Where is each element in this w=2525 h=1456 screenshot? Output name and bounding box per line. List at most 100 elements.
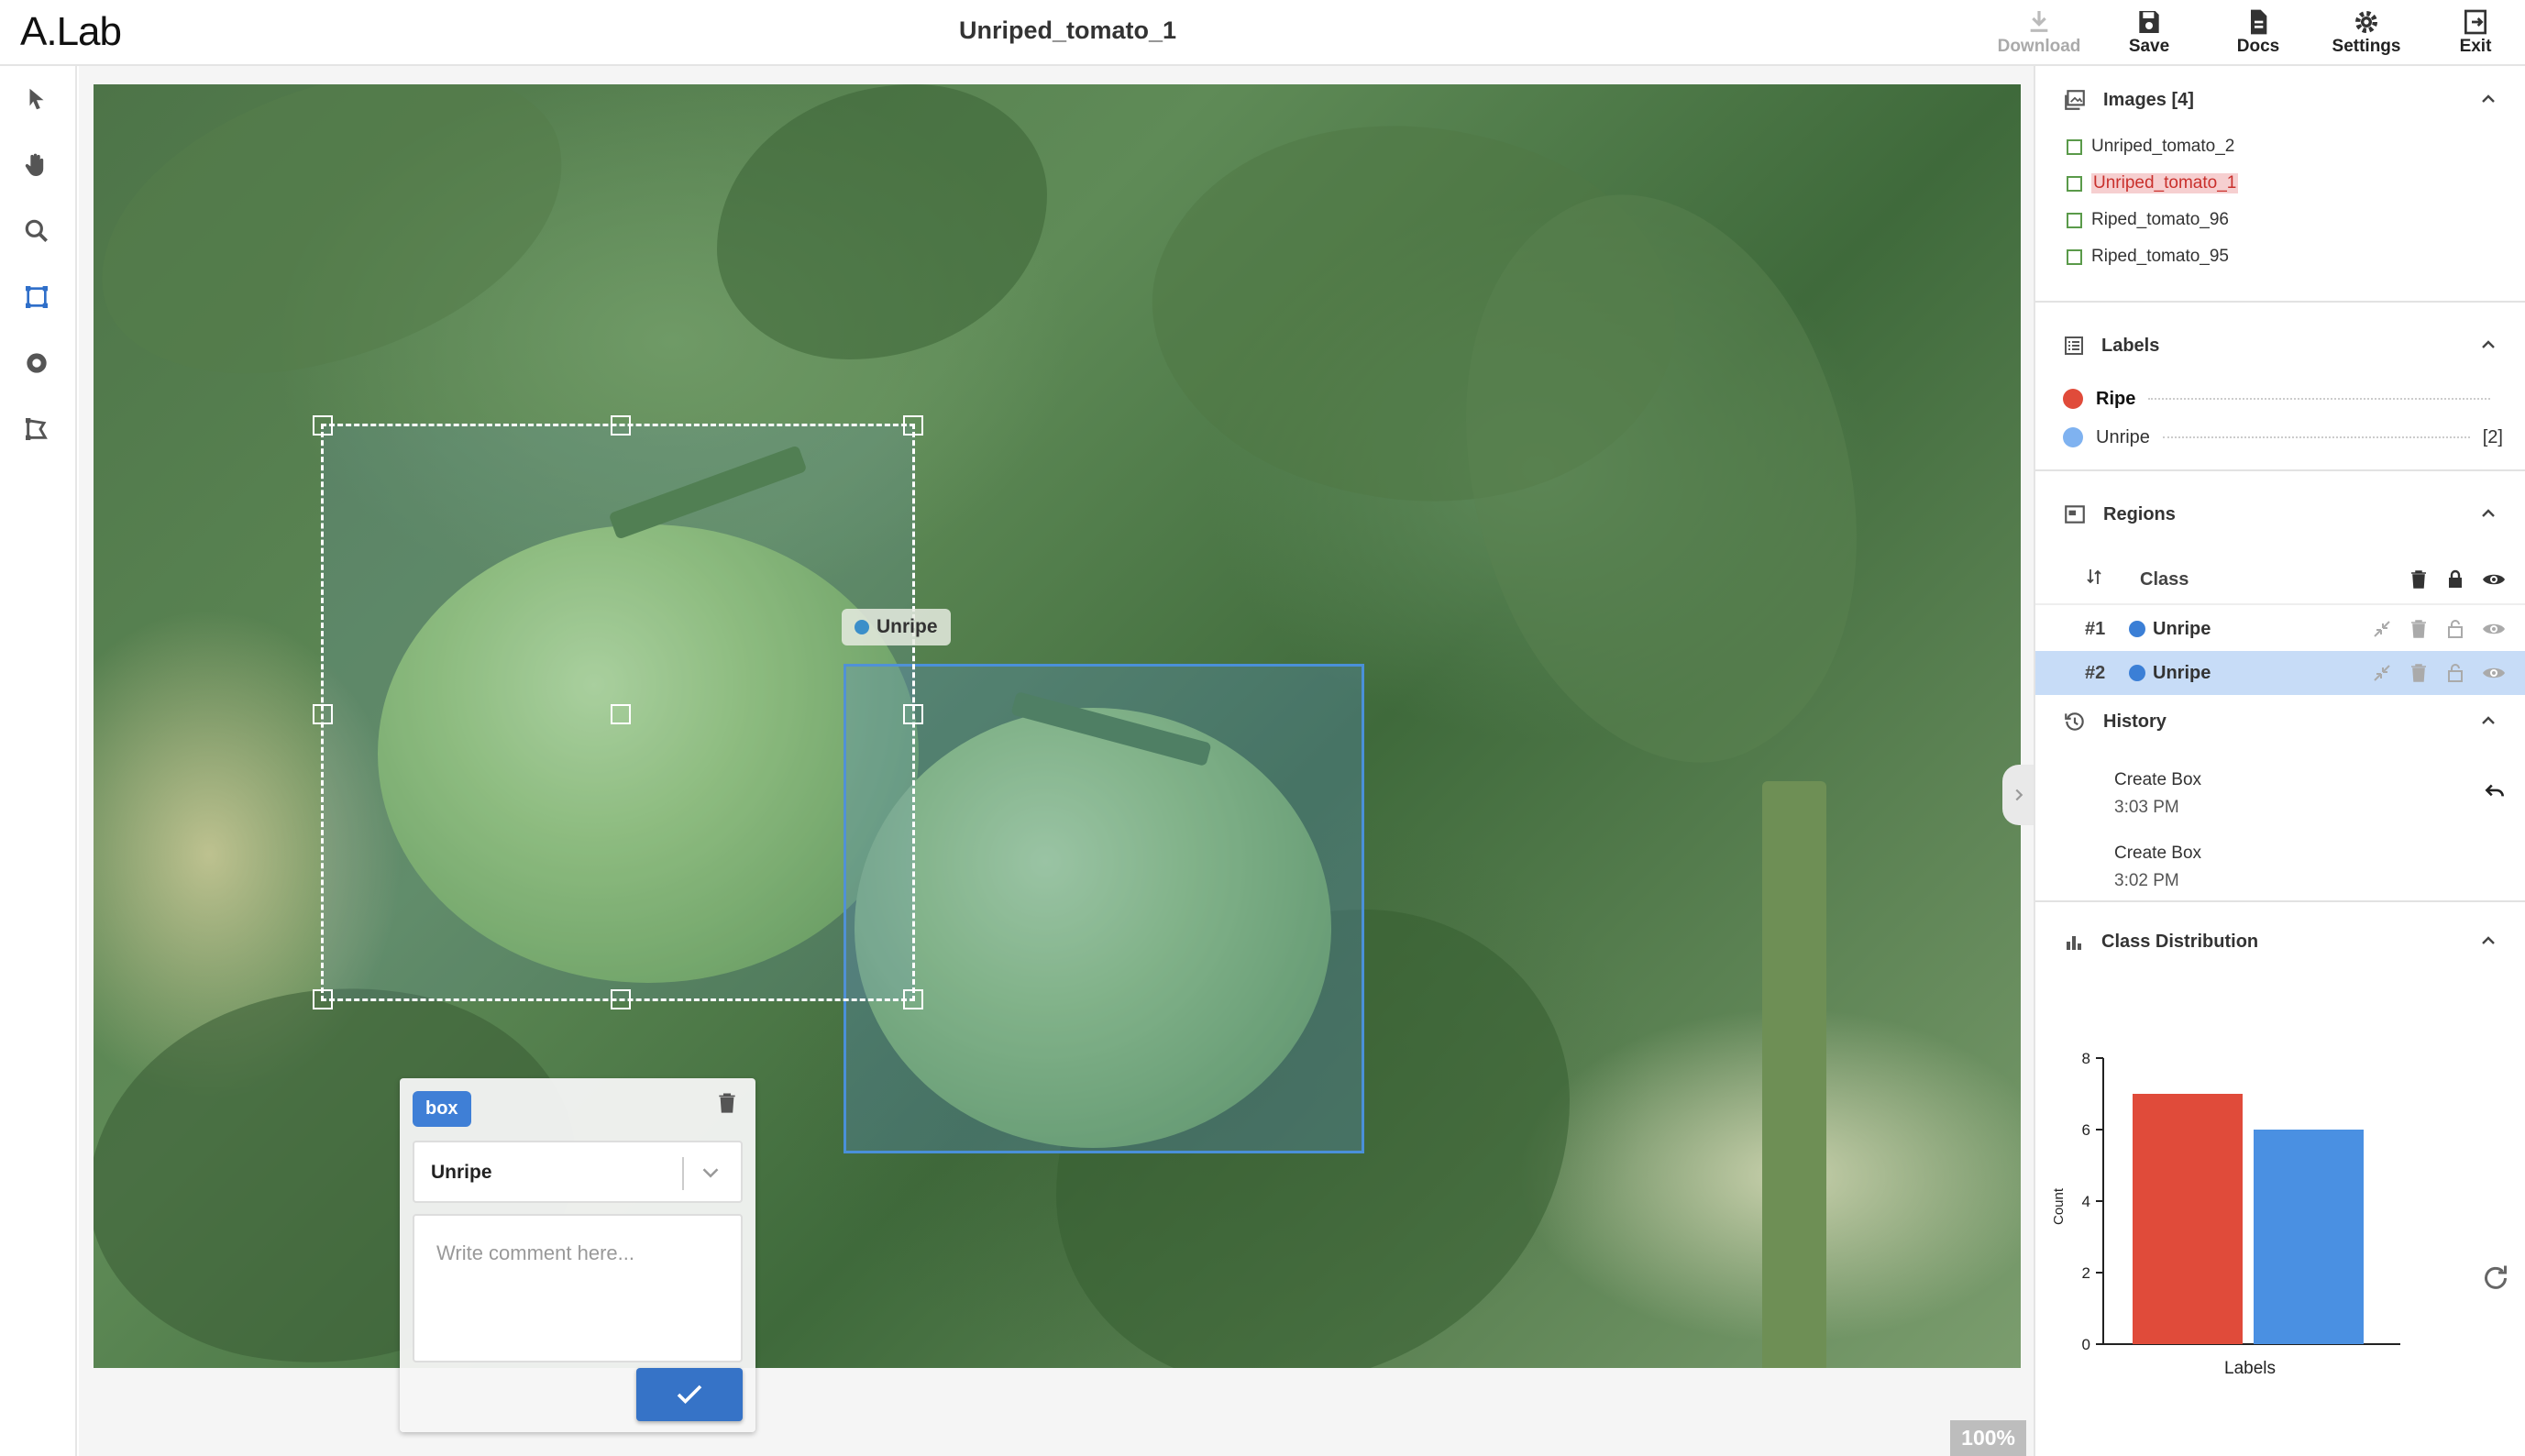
minimize-icon[interactable] bbox=[2371, 618, 2393, 640]
app-header: A.Lab Unriped_tomato_1 Download Save Doc… bbox=[0, 0, 2525, 66]
x-axis-label: Labels bbox=[2224, 1359, 2276, 1378]
region-box-1-selected[interactable] bbox=[313, 415, 923, 1009]
download-icon bbox=[1984, 7, 2094, 37]
trash-icon bbox=[719, 1093, 735, 1113]
exit-icon bbox=[2420, 7, 2525, 37]
docs-label: Docs bbox=[2236, 37, 2280, 56]
pan-tool[interactable] bbox=[17, 145, 57, 185]
bounding-box-tool[interactable] bbox=[17, 277, 57, 317]
exit-label: Exit bbox=[2459, 37, 2492, 56]
class-distribution-title: Class Distribution bbox=[2101, 931, 2259, 952]
resize-handle-nw[interactable] bbox=[313, 415, 333, 436]
images-section-header[interactable]: Images [4] bbox=[2063, 68, 2194, 132]
chevron-up-icon[interactable] bbox=[2477, 710, 2499, 736]
class-distribution-section: Class Distribution 0 2 4 6 8 Labels Count bbox=[2035, 902, 2525, 1456]
tool-sidebar bbox=[0, 66, 77, 1456]
y-tick-label: 0 bbox=[2082, 1336, 2090, 1353]
tomato-image: Unripe bbox=[94, 84, 2021, 1368]
resize-handle-e[interactable] bbox=[903, 704, 923, 724]
select-tool[interactable] bbox=[17, 79, 57, 119]
class-select[interactable]: Unripe bbox=[413, 1141, 743, 1203]
resize-handle-n[interactable] bbox=[611, 415, 631, 436]
image-checkbox[interactable] bbox=[2067, 138, 2082, 155]
sort-icon[interactable] bbox=[2083, 566, 2105, 593]
region-box-2[interactable] bbox=[844, 664, 1364, 1153]
confirm-button[interactable] bbox=[636, 1368, 743, 1421]
y-axis-label: Count bbox=[2051, 1187, 2067, 1225]
resize-handle-w[interactable] bbox=[313, 704, 333, 724]
resize-handle-se[interactable] bbox=[903, 989, 923, 1009]
regions-section-header[interactable]: Regions bbox=[2063, 482, 2176, 546]
image-item-riped-tomato-95[interactable]: Riped_tomato_95 bbox=[2067, 247, 2229, 267]
lock-icon[interactable] bbox=[2444, 568, 2466, 590]
image-checkbox[interactable] bbox=[2067, 175, 2082, 192]
trash-icon[interactable] bbox=[2408, 618, 2430, 640]
eye-icon[interactable] bbox=[2481, 662, 2507, 684]
collapse-panel-tab[interactable] bbox=[2002, 765, 2035, 825]
region-tag-label: Unripe bbox=[877, 616, 938, 637]
minimize-icon[interactable] bbox=[2371, 662, 2393, 684]
labels-section: Labels Ripe Unripe [2] bbox=[2035, 303, 2525, 471]
unlock-icon[interactable] bbox=[2444, 618, 2466, 640]
leaf-shape bbox=[717, 84, 1047, 359]
y-tick-label: 6 bbox=[2082, 1121, 2090, 1139]
chevron-up-icon[interactable] bbox=[2477, 88, 2499, 115]
trash-icon[interactable] bbox=[2408, 662, 2430, 684]
circle-tool[interactable] bbox=[17, 343, 57, 383]
history-item[interactable]: Create Box 3:03 PM bbox=[2114, 770, 2201, 818]
image-item-unriped-tomato-2[interactable]: Unriped_tomato_2 bbox=[2067, 137, 2234, 157]
gear-icon bbox=[2311, 7, 2421, 37]
chevron-up-icon[interactable] bbox=[2477, 502, 2499, 529]
exit-button[interactable]: Exit bbox=[2420, 7, 2525, 62]
move-handle-center[interactable] bbox=[611, 704, 631, 724]
history-section-header[interactable]: History bbox=[2063, 689, 2167, 754]
trash-icon[interactable] bbox=[2408, 568, 2430, 590]
docs-button[interactable]: Docs bbox=[2203, 7, 2313, 62]
history-icon bbox=[2065, 712, 2084, 731]
image-checkbox[interactable] bbox=[2067, 248, 2082, 265]
chevron-down-icon[interactable] bbox=[697, 1159, 724, 1191]
history-section: History Create Box 3:03 PM Create Box 3:… bbox=[2035, 682, 2525, 902]
image-item-riped-tomato-96[interactable]: Riped_tomato_96 bbox=[2067, 210, 2229, 230]
refresh-button[interactable] bbox=[2479, 1262, 2512, 1299]
label-item-unripe[interactable]: Unripe [2] bbox=[2063, 422, 2503, 453]
right-sidebar: Images [4] Unriped_tomato_2 Unriped_toma… bbox=[2034, 66, 2525, 1456]
resize-handle-sw[interactable] bbox=[313, 989, 333, 1009]
save-button[interactable]: Save bbox=[2094, 7, 2204, 62]
polygon-tool[interactable] bbox=[17, 409, 57, 449]
resize-handle-ne[interactable] bbox=[903, 415, 923, 436]
bar-ripe bbox=[2133, 1094, 2243, 1344]
annotation-canvas[interactable]: Unripe box Unripe 100% bbox=[79, 66, 2034, 1456]
chevron-up-icon[interactable] bbox=[2477, 334, 2499, 360]
regions-section: Regions Class #1 Unripe #2 Unripe bbox=[2035, 471, 2525, 695]
unlock-icon[interactable] bbox=[2444, 662, 2466, 684]
region-row-1[interactable]: #1 Unripe bbox=[2035, 607, 2525, 651]
regions-icon bbox=[2065, 505, 2085, 524]
history-item[interactable]: Create Box 3:02 PM bbox=[2114, 844, 2201, 891]
image-item-unriped-tomato-1[interactable]: Unriped_tomato_1 bbox=[2067, 173, 2239, 193]
y-tick-label: 4 bbox=[2082, 1193, 2090, 1210]
chevron-up-icon[interactable] bbox=[2477, 930, 2499, 956]
label-item-ripe[interactable]: Ripe bbox=[2063, 383, 2503, 414]
plant-stem bbox=[1762, 781, 1826, 1368]
leaf-shape bbox=[94, 84, 594, 406]
image-checkbox[interactable] bbox=[2067, 212, 2082, 228]
settings-button[interactable]: Settings bbox=[2311, 7, 2421, 62]
delete-region-button[interactable] bbox=[715, 1091, 739, 1120]
label-color-dot bbox=[2063, 389, 2083, 409]
eye-icon[interactable] bbox=[2481, 618, 2507, 640]
region-type-chip: box bbox=[413, 1091, 471, 1127]
polygon-icon bbox=[26, 418, 48, 440]
eye-icon[interactable] bbox=[2481, 568, 2507, 590]
bar-unripe bbox=[2254, 1130, 2364, 1344]
images-title: Images [4] bbox=[2103, 89, 2194, 110]
comment-input[interactable] bbox=[413, 1214, 743, 1362]
undo-button[interactable] bbox=[2483, 779, 2507, 808]
download-button[interactable]: Download bbox=[1984, 7, 2094, 62]
labels-section-header[interactable]: Labels bbox=[2063, 314, 2159, 378]
resize-handle-s[interactable] bbox=[611, 989, 631, 1009]
class-column-header: Class bbox=[2140, 568, 2189, 590]
zoom-tool[interactable] bbox=[17, 211, 57, 251]
settings-label: Settings bbox=[2332, 37, 2401, 56]
region-tag[interactable]: Unripe bbox=[842, 609, 951, 645]
